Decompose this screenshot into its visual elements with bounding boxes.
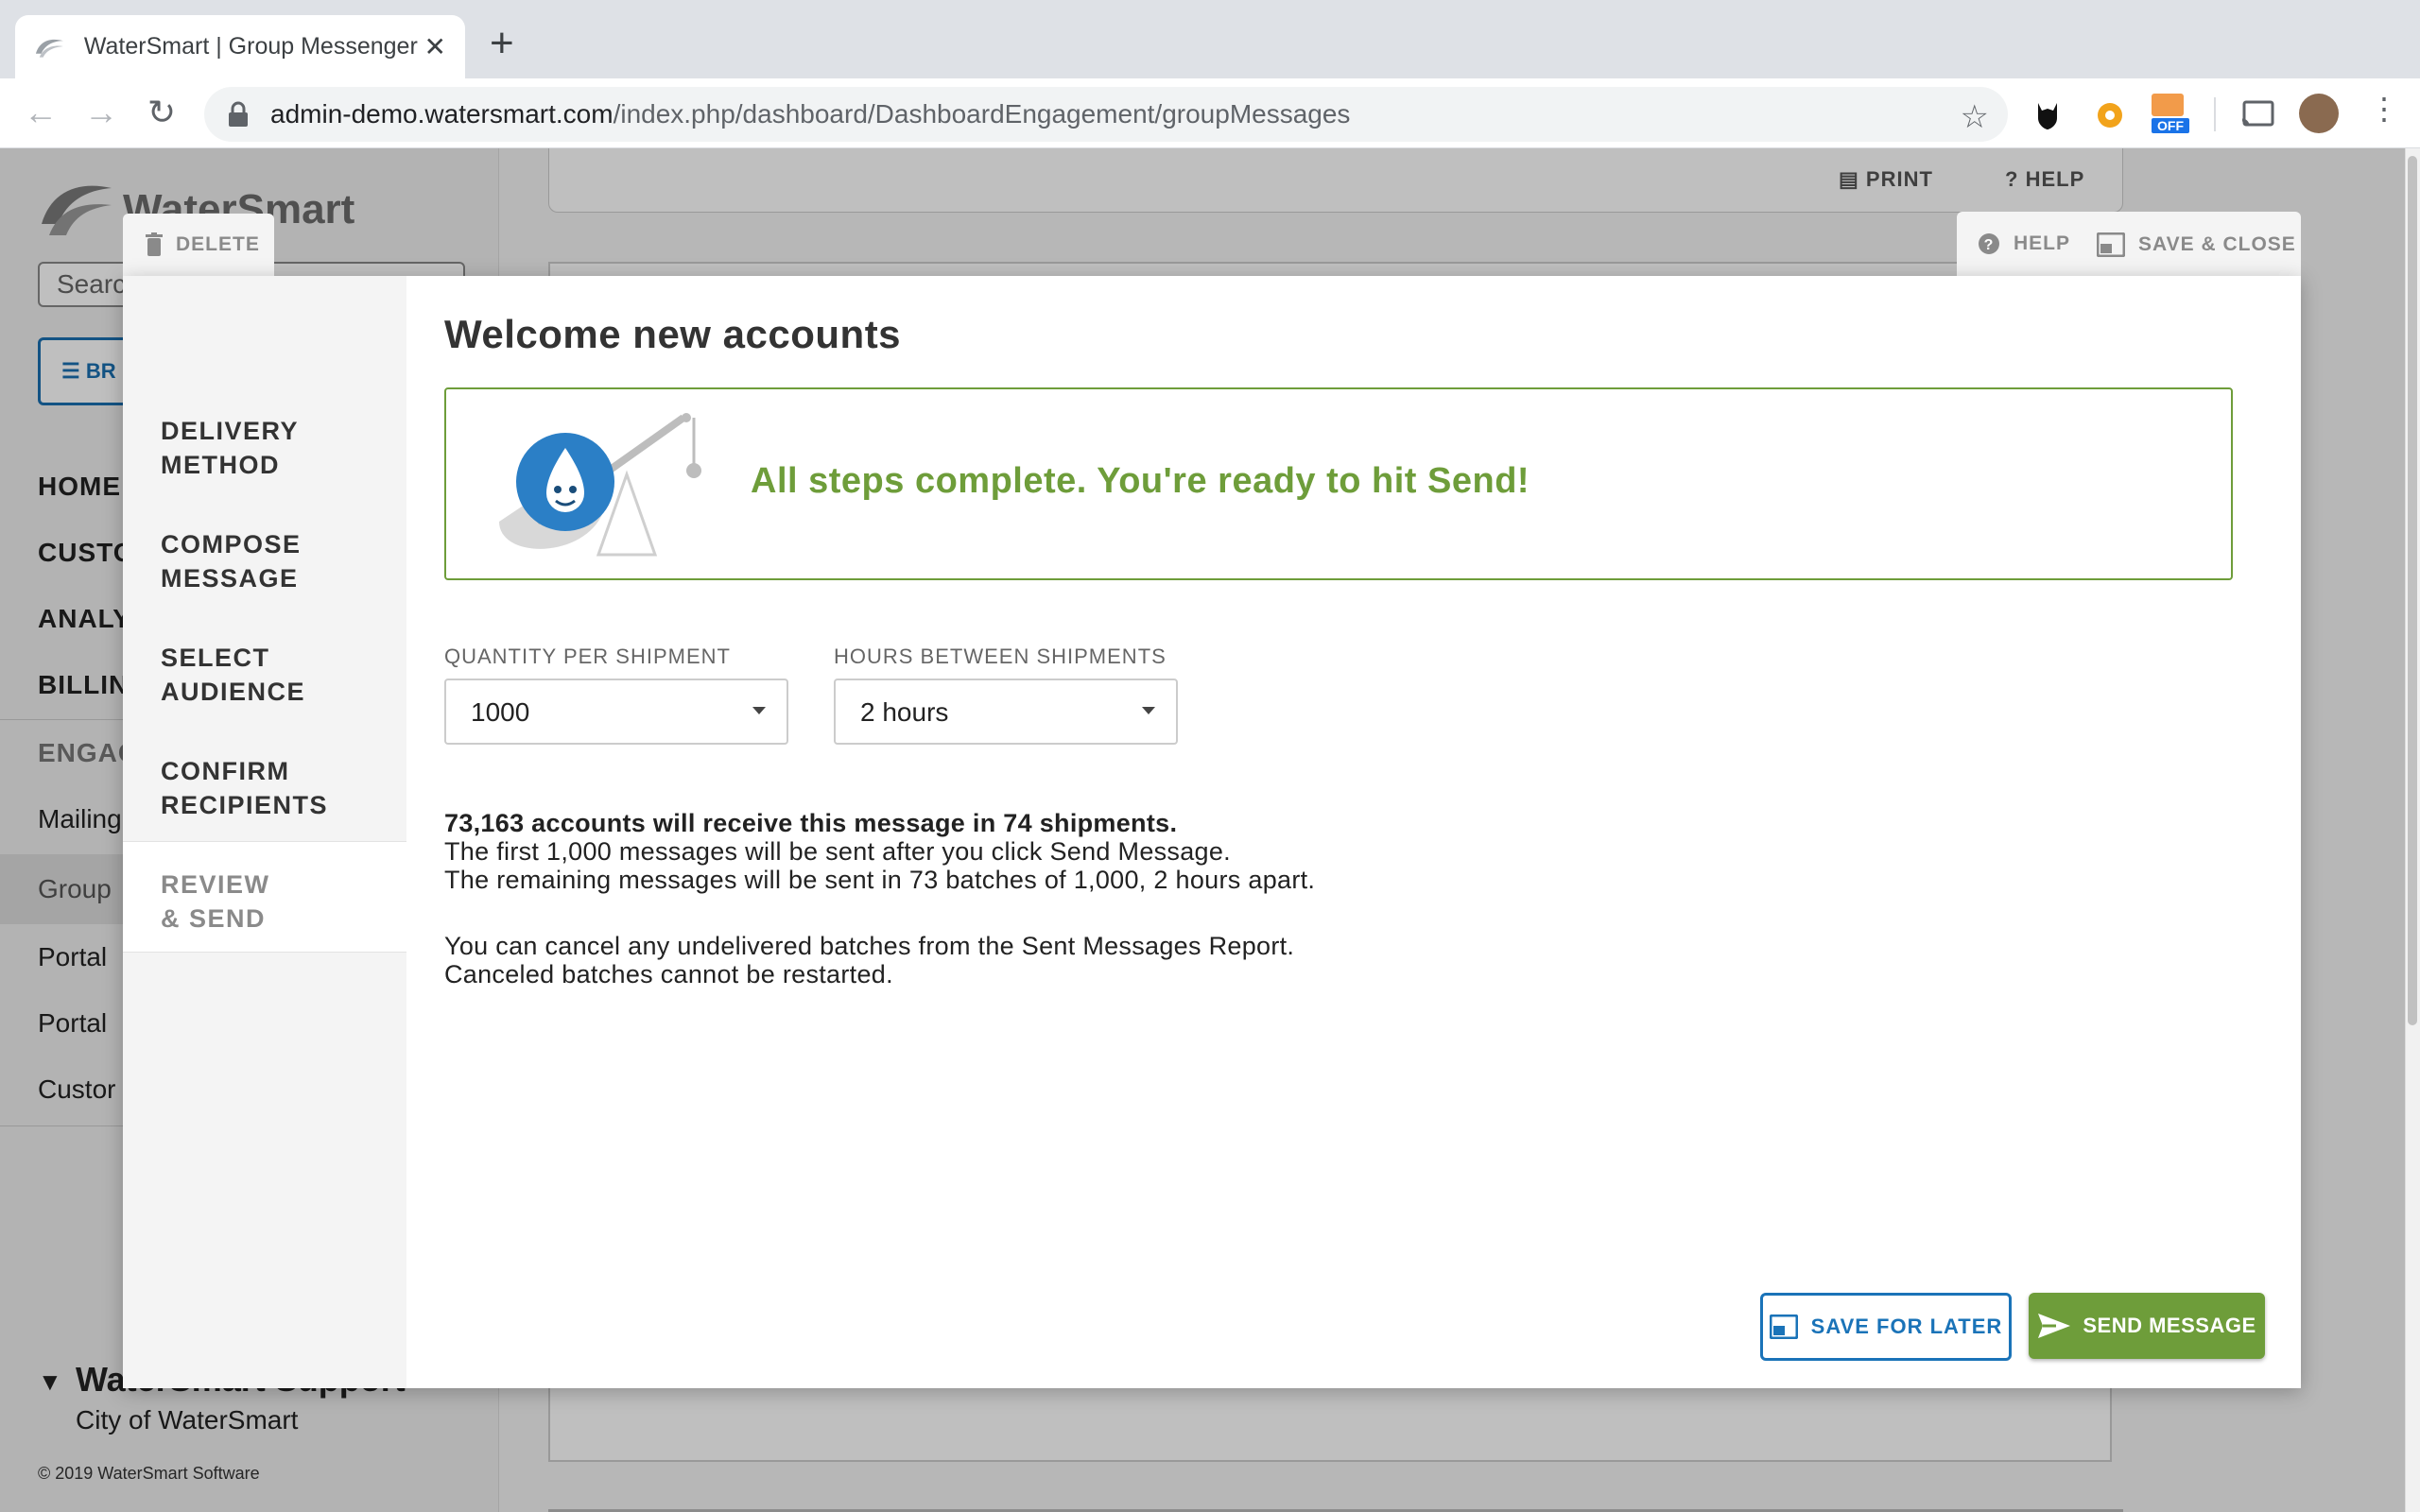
trash-icon	[146, 232, 163, 256]
summary-remaining: The remaining messages will be sent in 7…	[444, 866, 1316, 894]
hours-label: HOURS BETWEEN SHIPMENTS	[834, 644, 1167, 668]
page-scrollbar-thumb[interactable]	[2408, 156, 2417, 1025]
save-for-later-label: SAVE FOR LATER	[1810, 1314, 2003, 1338]
summary-headline: 73,163 accounts will receive this messag…	[444, 809, 1178, 837]
quantity-select[interactable]: 1000	[444, 679, 788, 745]
tab-strip: WaterSmart | Group Messenger ✕ +	[0, 0, 2420, 78]
ready-message: All steps complete. You're ready to hit …	[751, 461, 1530, 501]
cat-extension-icon[interactable]	[2032, 99, 2065, 131]
quantity-value: 1000	[471, 697, 530, 727]
step-select-audience[interactable]: SELECT AUDIENCE	[161, 641, 388, 709]
browser-toolbar: ← → ↻ admin-demo.watersmart.com/index.ph…	[0, 78, 2420, 148]
modal-help-button[interactable]: ? HELP	[1978, 232, 2070, 255]
modal-topbar-right: ? HELP SAVE & CLOSE	[1957, 212, 2301, 276]
gear-extension-icon[interactable]	[2094, 99, 2126, 131]
send-icon	[2038, 1314, 2071, 1338]
bookmark-star-icon[interactable]: ☆	[1961, 98, 1989, 136]
chevron-down-icon	[1142, 707, 1155, 714]
off-extension-icon[interactable]: OFF	[2152, 94, 2189, 135]
cancel-info: You can cancel any undelivered batches f…	[444, 932, 1295, 960]
toolbar-divider	[2214, 97, 2216, 131]
cancel-warning: Canceled batches cannot be restarted.	[444, 960, 893, 988]
send-message-button[interactable]: SEND MESSAGE	[2029, 1293, 2265, 1359]
cast-icon[interactable]	[2240, 99, 2274, 128]
close-tab-icon[interactable]: ✕	[424, 31, 446, 62]
save-icon	[1769, 1314, 1798, 1339]
watersmart-favicon-icon	[35, 39, 63, 58]
delete-label: DELETE	[176, 233, 260, 255]
extension-badge: OFF	[2152, 118, 2189, 133]
step-review-send[interactable]: REVIEW & SEND	[161, 868, 388, 936]
quantity-label: QUANTITY PER SHIPMENT	[444, 644, 731, 668]
ready-banner: All steps complete. You're ready to hit …	[444, 387, 2233, 580]
message-title: Welcome new accounts	[444, 312, 902, 356]
menu-kebab-icon[interactable]: ⋮	[2369, 94, 2399, 124]
back-icon[interactable]: ←	[23, 95, 59, 131]
help-icon: ?	[1979, 233, 1999, 254]
new-tab-icon[interactable]: +	[490, 23, 514, 64]
summary-first-batch: The first 1,000 messages will be sent af…	[444, 837, 1231, 866]
hours-value: 2 hours	[860, 697, 949, 727]
modal-topbar-left: DELETE	[123, 214, 274, 276]
step-compose-message[interactable]: COMPOSE MESSAGE	[161, 527, 388, 595]
step-confirm-recipients[interactable]: CONFIRM RECIPIENTS	[161, 754, 388, 822]
save-for-later-button[interactable]: SAVE FOR LATER	[1760, 1293, 2012, 1361]
wizard-steps: DELIVERY METHOD COMPOSE MESSAGE SELECT A…	[123, 276, 406, 1388]
save-close-button[interactable]: SAVE & CLOSE	[2097, 232, 2296, 257]
reload-icon[interactable]: ↻	[144, 95, 180, 131]
chevron-down-icon	[752, 707, 766, 714]
tab-title: WaterSmart | Group Messenger	[83, 33, 418, 60]
delete-button[interactable]: DELETE	[146, 232, 260, 257]
lock-icon	[229, 101, 248, 127]
send-message-label: SEND MESSAGE	[2083, 1314, 2256, 1337]
group-message-modal: DELIVERY METHOD COMPOSE MESSAGE SELECT A…	[123, 276, 2301, 1388]
forward-icon[interactable]: →	[83, 95, 119, 131]
svg-text:?: ?	[1984, 237, 1995, 253]
profile-avatar[interactable]	[2299, 94, 2339, 133]
step-delivery-method[interactable]: DELIVERY METHOD	[161, 414, 388, 482]
hours-select[interactable]: 2 hours	[834, 679, 1178, 745]
mascot-illustration-icon	[499, 413, 701, 557]
modal-help-label: HELP	[2014, 232, 2071, 254]
save-close-label: SAVE & CLOSE	[2138, 233, 2296, 255]
save-close-icon	[2097, 232, 2125, 257]
address-bar[interactable]: admin-demo.watersmart.com/index.php/dash…	[204, 87, 2008, 142]
url-host: admin-demo.watersmart.com	[270, 99, 614, 129]
url-path: /index.php/dashboard/DashboardEngagement…	[613, 99, 1351, 129]
browser-tab[interactable]: WaterSmart | Group Messenger ✕	[15, 15, 465, 78]
